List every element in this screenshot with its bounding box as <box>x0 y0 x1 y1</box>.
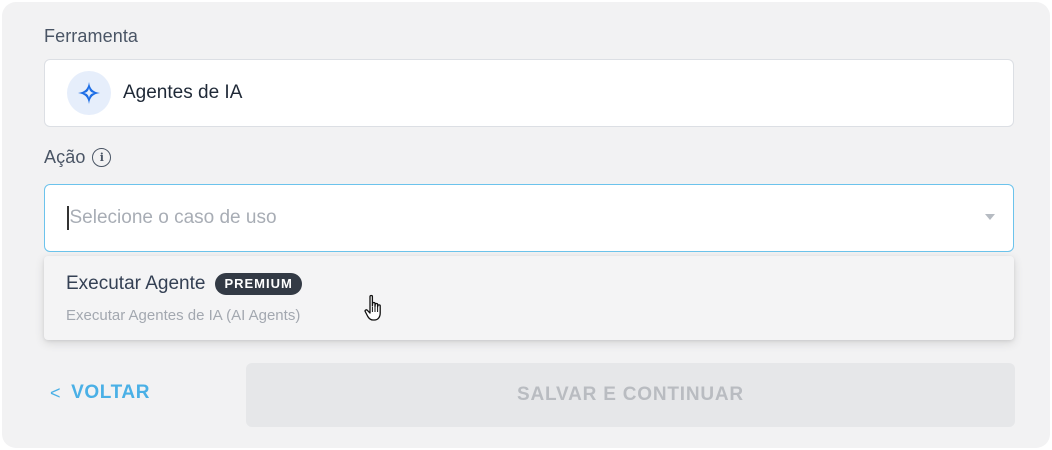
text-caret <box>67 206 69 230</box>
premium-badge: PREMIUM <box>215 273 302 295</box>
action-search-input[interactable] <box>69 207 950 229</box>
action-label-text: Ação <box>44 147 86 167</box>
option-description: Executar Agentes de IA (AI Agents) <box>66 307 301 324</box>
action-select[interactable] <box>44 184 1014 252</box>
dropdown-option-executar-agente[interactable]: Executar Agente PREMIUM Executar Agentes… <box>44 256 1014 340</box>
sparkle-icon <box>67 71 111 115</box>
back-label: VOLTAR <box>71 382 151 403</box>
tool-field-label: Ferramenta <box>44 26 139 46</box>
form-panel: Ferramenta Agentes de IA Ação i Executar… <box>2 2 1050 448</box>
info-icon[interactable]: i <box>92 148 112 167</box>
tool-field[interactable]: Agentes de IA <box>44 59 1014 127</box>
action-field-label: Ação i <box>44 147 112 168</box>
tool-value: Agentes de IA <box>123 82 243 103</box>
hand-pointer-cursor-icon <box>364 294 381 321</box>
back-button[interactable]: < VOLTAR <box>50 382 150 404</box>
option-title-row: Executar Agente PREMIUM <box>66 273 302 295</box>
action-dropdown-menu: Executar Agente PREMIUM Executar Agentes… <box>44 256 1014 340</box>
chevron-left-icon: < <box>50 382 62 403</box>
chevron-down-icon[interactable] <box>985 214 995 220</box>
save-continue-button[interactable]: SALVAR E CONTINUAR <box>246 363 1015 427</box>
option-title: Executar Agente <box>66 273 206 294</box>
